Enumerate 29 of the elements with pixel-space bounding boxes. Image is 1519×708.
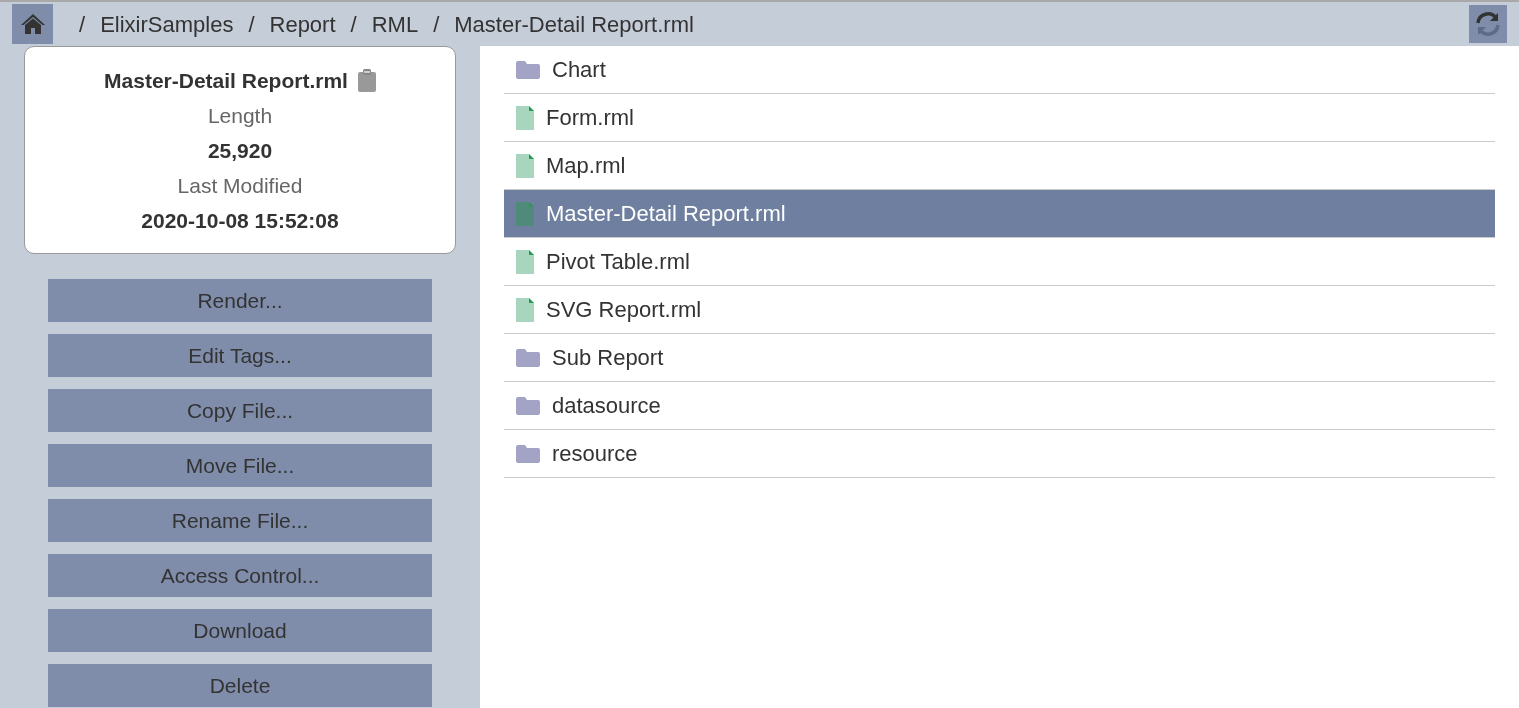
action-button[interactable]: Rename File...: [48, 499, 432, 542]
file-list-item[interactable]: Form.rml: [504, 94, 1495, 142]
file-list-item[interactable]: datasource: [504, 382, 1495, 430]
file-list-item[interactable]: resource: [504, 430, 1495, 478]
field-value: 25,920: [207, 138, 273, 164]
action-button[interactable]: Edit Tags...: [48, 334, 432, 377]
action-button[interactable]: Delete: [48, 664, 432, 707]
file-list-item[interactable]: Chart: [504, 46, 1495, 94]
field-label: Length: [207, 103, 273, 129]
breadcrumb-separator: /: [79, 10, 86, 39]
field-value: 2020-10-08 15:52:08: [141, 208, 339, 234]
file-list-item[interactable]: SVG Report.rml: [504, 286, 1495, 334]
file-list-item[interactable]: Pivot Table.rml: [504, 238, 1495, 286]
file-list-item[interactable]: Sub Report: [504, 334, 1495, 382]
breadcrumb-link[interactable]: Report: [269, 7, 336, 41]
action-button[interactable]: Access Control...: [48, 554, 432, 597]
breadcrumb-link[interactable]: Master-Detail Report.rml: [454, 7, 694, 41]
file-list-item[interactable]: Master-Detail Report.rml: [504, 190, 1495, 238]
field-label: Last Modified: [177, 173, 303, 199]
breadcrumb-link[interactable]: ElixirSamples: [100, 7, 234, 41]
breadcrumb-link[interactable]: RML: [371, 7, 419, 41]
action-button[interactable]: Render...: [48, 279, 432, 322]
breadcrumb-separator: /: [433, 10, 440, 39]
action-button[interactable]: Move File...: [48, 444, 432, 487]
action-button[interactable]: Download: [48, 609, 432, 652]
breadcrumb-separator: /: [248, 10, 255, 39]
breadcrumb-separator: /: [350, 10, 357, 39]
action-button[interactable]: Copy File...: [48, 389, 432, 432]
file-name: Master-Detail Report.rml: [104, 68, 348, 94]
